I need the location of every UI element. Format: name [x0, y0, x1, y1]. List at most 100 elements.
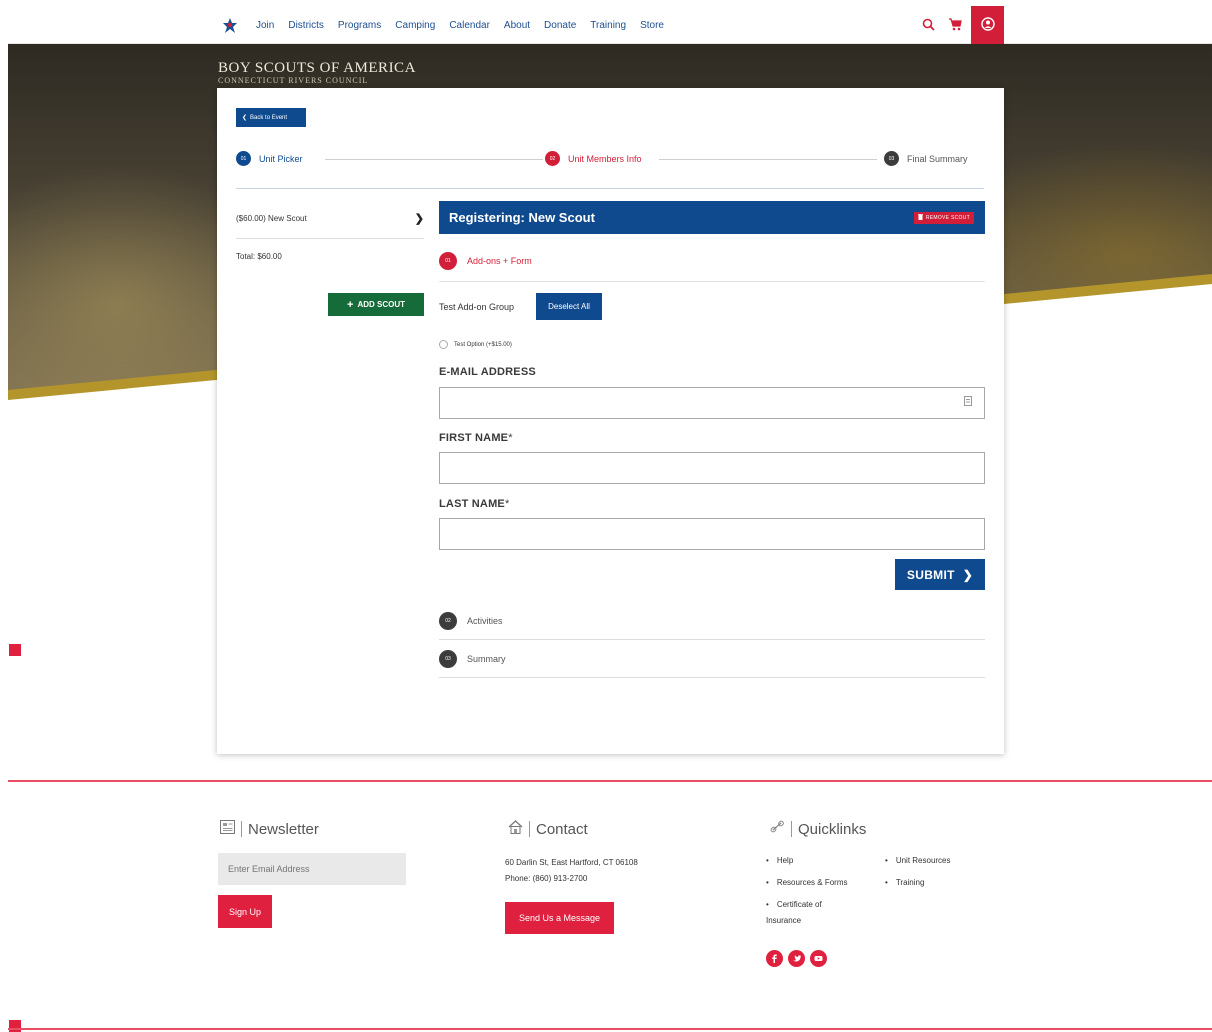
- quicklink-training[interactable]: • Training: [885, 878, 924, 887]
- contact-info: 60 Darlin St, East Hartford, CT 06108 Ph…: [505, 855, 638, 887]
- back-to-event-button[interactable]: ❮ Back to Event: [236, 108, 306, 127]
- nav-link-districts[interactable]: Districts: [288, 20, 324, 31]
- facebook-icon[interactable]: [766, 950, 783, 967]
- first-name-label-text: FIRST NAME: [439, 432, 509, 444]
- nav-link-join[interactable]: Join: [256, 20, 274, 31]
- top-navigation: Join Districts Programs Camping Calendar…: [8, 6, 1212, 46]
- trash-icon: [917, 213, 923, 222]
- plus-icon: +: [347, 298, 354, 311]
- newspaper-icon: [220, 820, 235, 838]
- section-summary[interactable]: 03 Summary: [439, 640, 985, 678]
- contact-address: 60 Darlin St, East Hartford, CT 06108: [505, 858, 638, 867]
- nav-link-donate[interactable]: Donate: [544, 20, 576, 31]
- home-icon: [508, 820, 523, 838]
- last-name-field[interactable]: [439, 518, 985, 550]
- chevron-right-icon: ❯: [414, 213, 424, 225]
- first-name-field[interactable]: [439, 452, 985, 484]
- nav-link-training[interactable]: Training: [590, 20, 626, 31]
- nav-links: Join Districts Programs Camping Calendar…: [256, 20, 664, 31]
- stepper-line: [325, 159, 543, 160]
- stepper-line: [659, 159, 877, 160]
- contact-heading: Contact: [508, 820, 588, 838]
- user-account-button[interactable]: [971, 6, 1004, 46]
- council-brand[interactable]: BOY SCOUTS OF AMERICA CONNECTICUT RIVERS…: [218, 60, 416, 85]
- section-activities[interactable]: 02 Activities: [439, 602, 985, 640]
- step-final-summary[interactable]: 03 Final Summary: [884, 151, 968, 166]
- heading-separator: [529, 821, 530, 837]
- bullet-icon: •: [766, 856, 769, 865]
- nav-link-camping[interactable]: Camping: [395, 20, 435, 31]
- nav-link-store[interactable]: Store: [640, 20, 664, 31]
- user-icon: [980, 16, 995, 36]
- order-total: Total: $60.00: [236, 252, 282, 261]
- back-to-event-label: Back to Event: [250, 114, 288, 121]
- section-label: Activities: [467, 615, 503, 626]
- sign-up-button[interactable]: Sign Up: [218, 895, 272, 928]
- add-scout-label: ADD SCOUT: [357, 300, 405, 309]
- nav-link-calendar[interactable]: Calendar: [449, 20, 490, 31]
- contact-card-icon: [964, 396, 972, 408]
- section-addons-form[interactable]: 01 Add-ons + Form: [439, 252, 532, 270]
- step-unit-members-info[interactable]: 02 Unit Members Info: [545, 151, 642, 166]
- send-message-button[interactable]: Send Us a Message: [505, 902, 614, 934]
- nav-link-programs[interactable]: Programs: [338, 20, 381, 31]
- heading-separator: [241, 821, 242, 837]
- quicklink-help[interactable]: • Help: [766, 856, 793, 865]
- brand-subtitle: CONNECTICUT RIVERS COUNCIL: [218, 76, 369, 85]
- email-field[interactable]: [439, 387, 985, 419]
- quicklink-label: Help: [776, 856, 794, 865]
- nav-link-about[interactable]: About: [504, 20, 530, 31]
- twitter-icon[interactable]: [788, 950, 805, 967]
- quicklink-label: Insurance: [766, 916, 802, 925]
- bullet-icon: •: [766, 900, 769, 909]
- chevron-left-icon: ❮: [242, 115, 248, 121]
- quicklink-label: Training: [895, 878, 925, 887]
- newsletter-email-input[interactable]: [218, 853, 406, 885]
- cart-icon[interactable]: [948, 18, 962, 36]
- deselect-all-button[interactable]: Deselect All: [536, 293, 602, 320]
- quicklink-certificate-cont[interactable]: Insurance: [766, 916, 801, 925]
- step-number: 02: [545, 151, 560, 166]
- remove-scout-button[interactable]: REMOVE SCOUT: [913, 211, 974, 224]
- registering-title: Registering: New Scout: [449, 210, 595, 225]
- step-unit-picker[interactable]: 01 Unit Picker: [236, 151, 303, 166]
- footer-top-rule: [8, 780, 1212, 782]
- feedback-widget-icon[interactable]: [9, 644, 21, 656]
- feedback-widget-icon[interactable]: [9, 1020, 21, 1032]
- section-label: Add-ons + Form: [467, 256, 532, 266]
- step-label: Unit Picker: [259, 153, 303, 164]
- scout-line-label: ($60.00) New Scout: [236, 214, 307, 223]
- newsletter-title: Newsletter: [248, 820, 319, 838]
- addon-option[interactable]: Test Option (+$15.00): [439, 340, 512, 349]
- contact-title: Contact: [536, 820, 588, 838]
- submit-button[interactable]: SUBMIT ❯: [895, 559, 985, 590]
- option-label: Test Option (+$15.00): [454, 341, 512, 348]
- required-mark: *: [508, 432, 513, 444]
- add-scout-button[interactable]: + ADD SCOUT: [328, 293, 424, 316]
- quicklinks-heading: Quicklinks: [770, 820, 866, 838]
- search-icon[interactable]: [922, 18, 935, 36]
- newsletter-heading: Newsletter: [220, 820, 319, 838]
- bsa-logo-icon[interactable]: [220, 16, 240, 36]
- sidebar-scout-item[interactable]: ($60.00) New Scout ❯: [236, 201, 424, 239]
- step-label: Final Summary: [907, 153, 968, 164]
- section-number: 02: [439, 611, 457, 630]
- bullet-icon: •: [885, 878, 888, 887]
- quicklink-unit-resources[interactable]: • Unit Resources: [885, 856, 951, 865]
- quicklink-resources-forms[interactable]: • Resources & Forms: [766, 878, 848, 887]
- heading-separator: [791, 821, 792, 837]
- contact-phone[interactable]: Phone: (860) 913-2700: [505, 871, 638, 887]
- last-name-label-text: LAST NAME: [439, 498, 505, 510]
- first-name-label: FIRST NAME*: [439, 432, 513, 444]
- submit-label: SUBMIT: [906, 567, 955, 582]
- section-divider: [439, 281, 985, 282]
- quicklinks-title: Quicklinks: [798, 820, 867, 838]
- email-label: E-MAIL ADDRESS: [439, 366, 536, 378]
- youtube-icon[interactable]: [810, 950, 827, 967]
- step-label: Unit Members Info: [568, 153, 642, 164]
- quicklink-certificate[interactable]: • Certificate of: [766, 900, 822, 909]
- registering-header: Registering: New Scout REMOVE SCOUT: [439, 201, 985, 234]
- bullet-icon: •: [766, 878, 769, 887]
- step-number: 01: [236, 151, 251, 166]
- option-radio[interactable]: [439, 340, 448, 349]
